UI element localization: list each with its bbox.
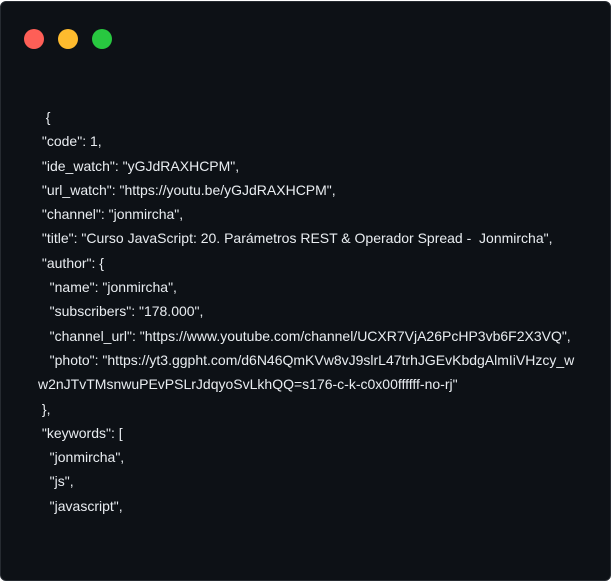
code-line: "photo": "https://yt3.ggpht.com/d6N46QmK… bbox=[38, 351, 575, 393]
maximize-window-button[interactable] bbox=[92, 29, 112, 49]
code-line: }, bbox=[38, 400, 51, 417]
code-line: "ide_watch": "yGJdRAXHCPM", bbox=[38, 157, 240, 174]
code-line: "jonmircha", bbox=[38, 449, 125, 466]
code-line: "url_watch": "https://youtu.be/yGJdRAXHC… bbox=[38, 181, 336, 198]
close-window-button[interactable] bbox=[24, 29, 44, 49]
code-line: "channel": "jonmircha", bbox=[38, 206, 184, 223]
code-line: "js", bbox=[38, 473, 74, 490]
code-line: "name": "jonmircha", bbox=[38, 279, 177, 296]
code-line: "javascript", bbox=[38, 497, 123, 514]
code-line: "code": 1, bbox=[38, 133, 102, 150]
code-window: { "code": 1, "ide_watch": "yGJdRAXHCPM",… bbox=[0, 1, 611, 581]
json-code-block: { "code": 1, "ide_watch": "yGJdRAXHCPM",… bbox=[38, 105, 578, 518]
minimize-window-button[interactable] bbox=[58, 29, 78, 49]
code-line: "title": "Curso JavaScript: 20. Parámetr… bbox=[38, 230, 553, 247]
code-line: "channel_url": "https://www.youtube.com/… bbox=[38, 327, 571, 344]
code-line: "subscribers": "178.000", bbox=[38, 303, 204, 320]
code-line: "author": { bbox=[38, 254, 104, 271]
code-line: "keywords": [ bbox=[38, 424, 123, 441]
window-titlebar bbox=[1, 2, 610, 72]
code-line: { bbox=[38, 109, 51, 125]
